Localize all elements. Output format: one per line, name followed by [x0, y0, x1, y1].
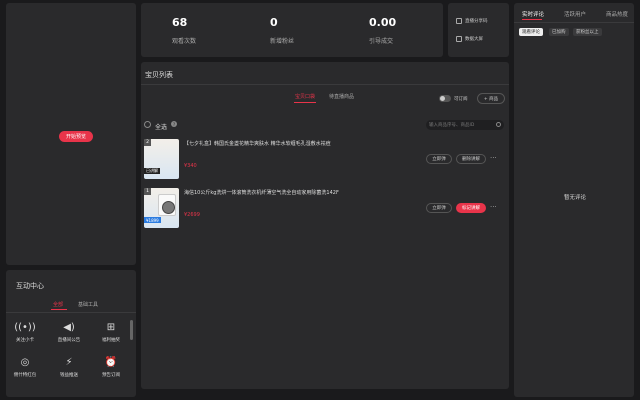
empty-comments: 暂无评论: [564, 195, 587, 201]
product-row: 1 ¥1899 海信10公斤kg洗烘一体滚筒洗衣机纤薄空气洗全自动家用除菌洗14…: [141, 188, 509, 232]
quick-links-panel: 直播分享码 数据大屏: [448, 3, 509, 57]
product-row: 2 已讲解 【七夕礼盒】韩国氏金盏花精华爽肤水 精华水软缠毛孔湿敷水祛痘 ¥34…: [141, 139, 509, 183]
coin-icon: ◎: [20, 357, 30, 368]
product-price: ¥340: [184, 163, 197, 169]
tab-product-heat[interactable]: 商品热度: [606, 10, 628, 18]
product-tag: 已讲解: [144, 168, 160, 174]
product-thumbnail[interactable]: 2 已讲解: [144, 139, 179, 179]
tool-label: 预告订阅: [102, 373, 120, 378]
product-tag: ¥1899: [144, 217, 161, 223]
data-screen-link[interactable]: 数据大屏: [456, 36, 483, 42]
search-icon[interactable]: [496, 122, 501, 127]
signal-icon: ((•)): [14, 322, 36, 333]
gift-icon: ⊞: [106, 322, 116, 333]
active-tab-indicator: [522, 19, 542, 20]
preview-panel: 开始预览: [6, 3, 136, 265]
subscribe-toggle[interactable]: [439, 95, 451, 102]
tab-active-users[interactable]: 活跃用户: [564, 10, 586, 18]
tab-live-comments[interactable]: 实时评论: [522, 10, 544, 18]
product-name[interactable]: 【七夕礼盒】韩国氏金盏花精华爽肤水 精华水软缠毛孔湿敷水祛痘: [184, 140, 331, 147]
comments-panel: 实时评论 活跃用户 商品热度 观看评论 已加购 获粉丝以上 暂无评论: [514, 3, 634, 397]
active-tab-indicator: [294, 102, 316, 103]
tool-red-packet[interactable]: ◎ 佣什特红包: [8, 357, 42, 378]
tool-label: 钱益推送: [60, 373, 78, 378]
tool-label: 佣什特红包: [13, 373, 37, 378]
qr-icon: [456, 18, 462, 24]
tab-all[interactable]: 全部: [53, 301, 63, 308]
clock-icon: ⏰: [104, 357, 118, 368]
start-preview-button[interactable]: 开始预览: [59, 131, 93, 142]
quick-link-label: 直播分享码: [465, 19, 488, 24]
tool-announcement[interactable]: ◀) 直播间公告: [52, 322, 86, 343]
tool-lottery[interactable]: ⊞ 福利抽奖: [94, 322, 128, 343]
more-icon[interactable]: ···: [490, 154, 497, 162]
product-index: 1: [144, 188, 151, 195]
pop-now-button[interactable]: 立即弹: [426, 203, 452, 213]
tool-push[interactable]: ⚡ 钱益推送: [52, 357, 86, 378]
divider: [6, 312, 136, 313]
toggle-label: 可订阅: [454, 97, 468, 102]
tool-follow-card[interactable]: ((•)) 关注小卡: [8, 322, 42, 343]
product-name[interactable]: 海信10公斤kg洗烘一体滚筒洗衣机纤薄空气洗全自动家用除菌洗142F: [184, 189, 339, 196]
filter-added-cart[interactable]: 已加购: [549, 28, 569, 36]
lightning-icon: ⚡: [65, 357, 73, 368]
stat-value: 68: [172, 16, 188, 29]
select-all-label: 全选: [155, 124, 168, 131]
help-icon[interactable]: ?: [171, 121, 177, 127]
select-all-checkbox[interactable]: [144, 121, 151, 128]
tab-pending[interactable]: 待直播商品: [329, 93, 354, 100]
product-list-title: 宝贝列表: [145, 71, 173, 79]
divider: [141, 84, 509, 85]
filter-fans[interactable]: 获粉丝以上: [573, 28, 602, 36]
tool-label: 关注小卡: [16, 338, 34, 343]
pop-now-button[interactable]: 立即弹: [426, 154, 452, 164]
tool-subscribe[interactable]: ⏰ 预告订阅: [94, 357, 128, 378]
scrollbar[interactable]: [130, 320, 133, 340]
product-price: ¥2699: [184, 212, 200, 218]
share-code-link[interactable]: 直播分享码: [456, 18, 488, 24]
megaphone-icon: ◀): [63, 322, 75, 333]
product-search-input[interactable]: 输入商品序号、商品ID: [426, 120, 504, 130]
active-tab-indicator: [51, 309, 67, 310]
stat-value: 0: [270, 16, 278, 29]
stat-label: 引导成交: [369, 38, 394, 45]
stats-panel: 68 观看次数 0 新增粉丝 0.00 引导成交: [141, 3, 443, 57]
stat-value: 0.00: [369, 16, 397, 29]
screen-icon: [456, 36, 462, 42]
add-product-button[interactable]: + 商品: [477, 93, 505, 104]
tool-label: 直播间公告: [57, 338, 81, 343]
tab-basic-tools[interactable]: 基础工具: [78, 301, 98, 308]
more-icon[interactable]: ···: [490, 203, 497, 211]
product-thumbnail[interactable]: 1 ¥1899: [144, 188, 179, 228]
product-index: 2: [144, 139, 151, 146]
washing-machine-image: [158, 194, 176, 216]
stat-label: 新增粉丝: [270, 38, 295, 45]
tab-pocket[interactable]: 宝贝口袋: [295, 93, 315, 100]
divider: [514, 22, 634, 23]
interaction-center-title: 互动中心: [16, 282, 44, 290]
interaction-center-panel: 互动中心 全部 基础工具 ((•)) 关注小卡 ◀) 直播间公告 ⊞ 福利抽奖 …: [6, 270, 136, 397]
search-placeholder: 输入商品序号、商品ID: [429, 123, 475, 128]
mark-explain-button[interactable]: 标记讲解: [456, 203, 486, 213]
tool-label: 福利抽奖: [102, 338, 120, 343]
stat-label: 观看次数: [172, 38, 197, 45]
product-list-panel: 宝贝列表 宝贝口袋 待直播商品 可订阅 + 商品 全选 ? 输入商品序号、商品I…: [141, 62, 509, 389]
filter-watch-comments[interactable]: 观看评论: [519, 28, 543, 36]
delete-explain-button[interactable]: 删除讲解: [456, 154, 486, 164]
quick-link-label: 数据大屏: [465, 37, 483, 42]
